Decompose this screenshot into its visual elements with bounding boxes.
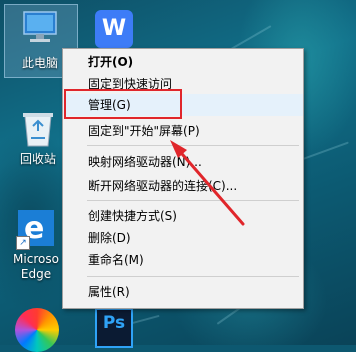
- annotation-arrow: [170, 140, 245, 226]
